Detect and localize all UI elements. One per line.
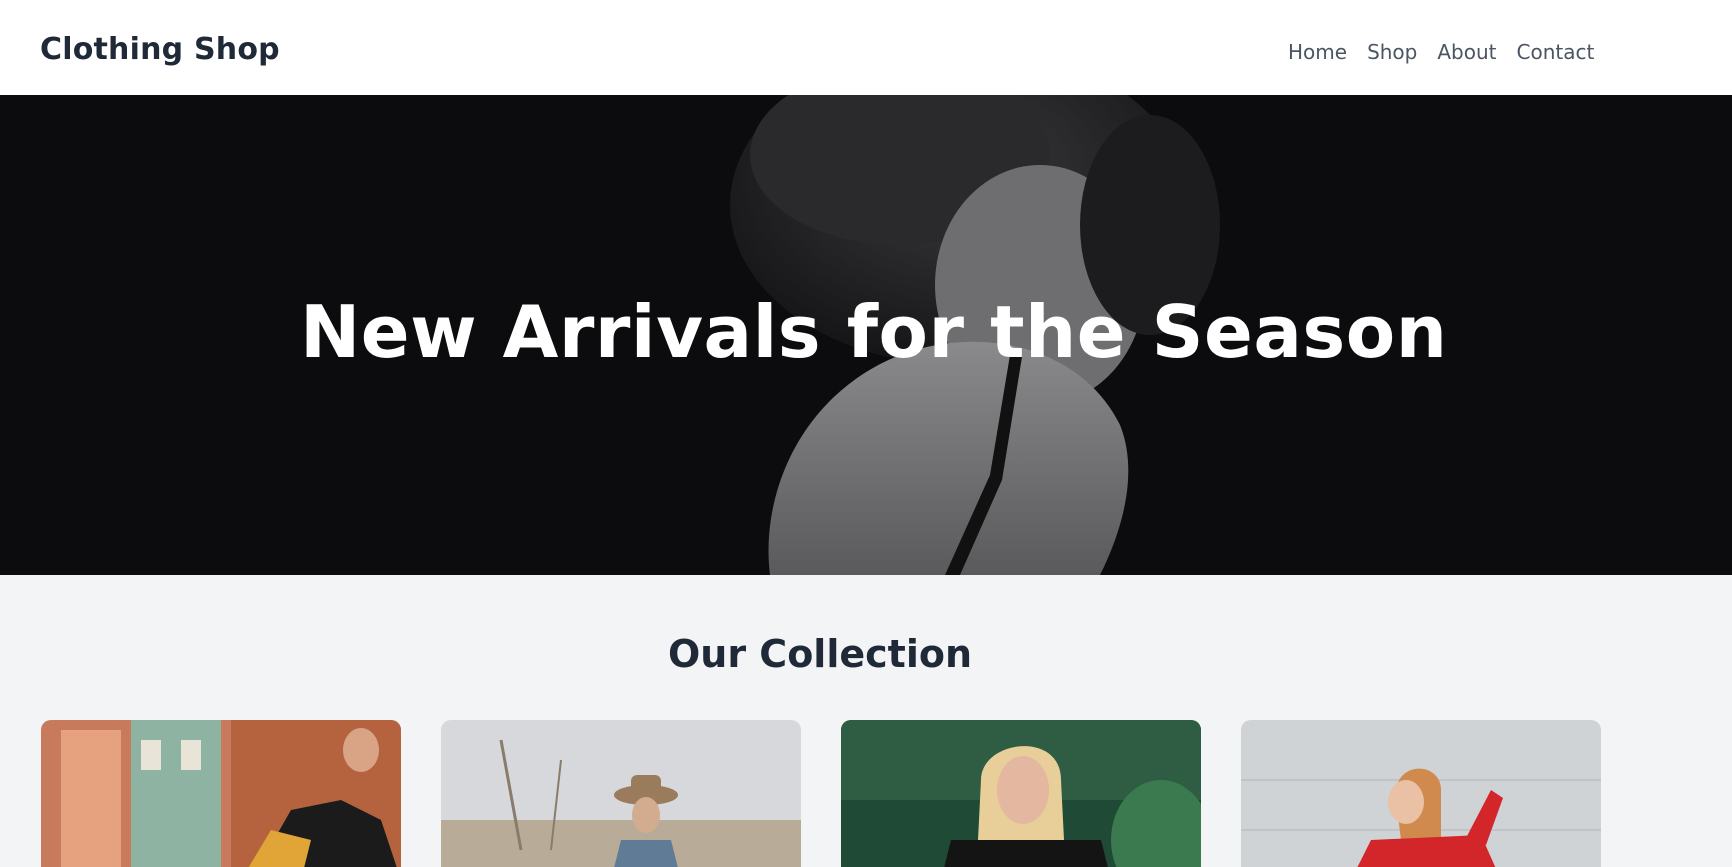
main-nav: Home Shop About Contact <box>1288 40 1594 64</box>
nav-link-about[interactable]: About <box>1437 40 1496 64</box>
hero-banner: New Arrivals for the Season <box>0 95 1732 575</box>
collection-title: Our Collection <box>667 632 973 676</box>
site-logo[interactable]: Clothing Shop <box>40 32 280 67</box>
site-header: Clothing Shop Home Shop About Contact <box>0 0 1732 95</box>
product-image <box>41 720 401 867</box>
product-card[interactable] <box>1241 720 1601 867</box>
nav-link-contact[interactable]: Contact <box>1517 40 1595 64</box>
hero-title: New Arrivals for the Season <box>300 290 1448 374</box>
product-image <box>441 720 801 867</box>
product-card[interactable] <box>841 720 1201 867</box>
nav-link-home[interactable]: Home <box>1288 40 1347 64</box>
product-image <box>1241 720 1601 867</box>
product-card[interactable] <box>41 720 401 867</box>
nav-link-shop[interactable]: Shop <box>1367 40 1417 64</box>
product-image <box>841 720 1201 867</box>
product-card[interactable] <box>441 720 801 867</box>
